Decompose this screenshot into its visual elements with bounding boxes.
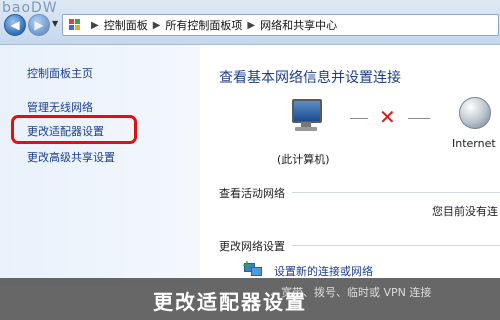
breadcrumb-network-center[interactable]: 网络和共享中心 — [260, 17, 337, 33]
chevron-right-icon: ▶ — [91, 19, 99, 31]
main-content: 查看基本网络信息并设置连接 (此计算机) ✕ Internet 查看活动网络 您… — [200, 45, 500, 285]
divider — [292, 245, 500, 246]
title-bar: ◀ ▶ ▼ ▶ 控制面板 ▶ 所有控制面板项 ▶ 网络和共享中心 baoDW — [0, 0, 500, 45]
caption-text: 更改适配器设置 — [153, 290, 307, 314]
change-settings-heading: 更改网络设置 — [219, 240, 285, 253]
chevron-right-icon[interactable]: ▶ — [153, 20, 161, 31]
internet-label: Internet — [452, 137, 496, 150]
left-pane: 控制面板主页 管理无线网络 更改适配器设置 更改高级共享设置 — [0, 45, 200, 285]
connection-line — [350, 118, 368, 119]
internet-globe-icon[interactable] — [459, 97, 491, 129]
chevron-right-icon[interactable]: ▶ — [247, 20, 255, 31]
new-connection-icon[interactable]: + — [242, 258, 262, 277]
setup-connection-link[interactable]: 设置新的连接或网络 — [274, 263, 373, 279]
highlight-box — [11, 115, 137, 144]
back-button[interactable]: ◀ — [4, 14, 26, 36]
recent-pages-dropdown[interactable]: ▼ — [52, 19, 58, 28]
computer-label: (此计算机) — [277, 153, 330, 166]
page-title: 查看基本网络信息并设置连接 — [219, 70, 401, 86]
watermark: baoDW — [2, 0, 58, 16]
connection-line — [408, 118, 430, 119]
divider — [292, 192, 500, 193]
computer-icon[interactable] — [288, 97, 324, 133]
active-networks-heading: 查看活动网络 — [219, 187, 285, 200]
sidebar-item-advanced-sharing[interactable]: 更改高级共享设置 — [27, 149, 115, 165]
forward-button[interactable]: ▶ — [28, 14, 50, 36]
no-connection-text: 您目前没有连 — [432, 205, 498, 218]
address-bar[interactable]: ▶ 控制面板 ▶ 所有控制面板项 ▶ 网络和共享中心 — [62, 14, 499, 36]
control-panel-icon — [69, 19, 83, 31]
sidebar-item-home[interactable]: 控制面板主页 — [27, 65, 93, 81]
disconnected-icon[interactable]: ✕ — [379, 105, 396, 129]
sidebar-item-manage-wireless[interactable]: 管理无线网络 — [27, 99, 93, 115]
breadcrumb-control-panel[interactable]: 控制面板 — [104, 17, 148, 33]
caption-bar: 、宽带、拨号、临时或 VPN 连接 更改适配器设置 — [0, 278, 500, 320]
breadcrumb-all-items[interactable]: 所有控制面板项 — [165, 17, 242, 33]
